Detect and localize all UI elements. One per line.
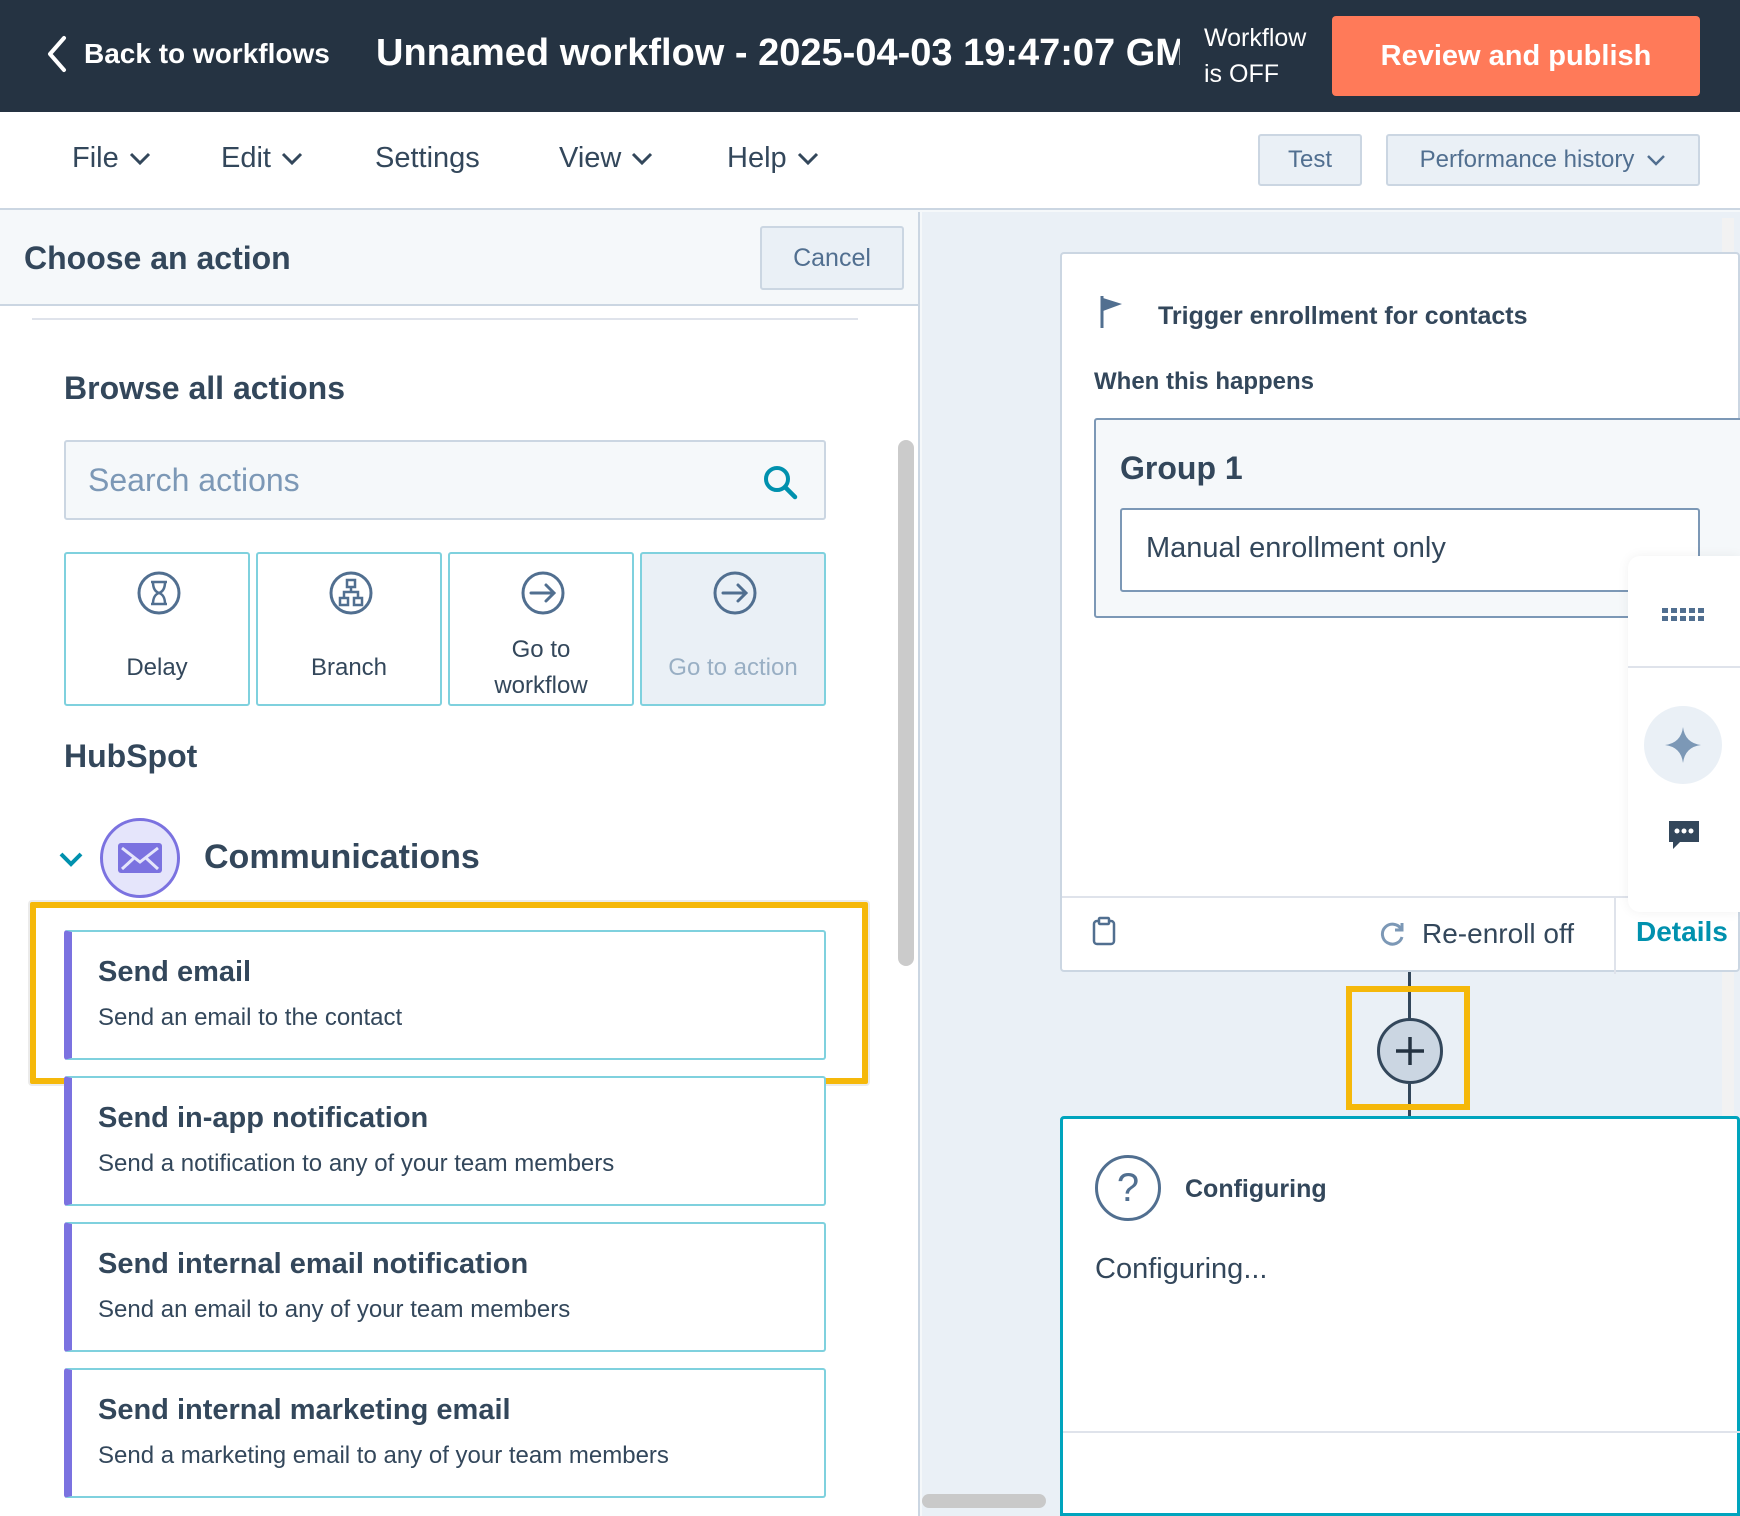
question-circle-icon: ? <box>1095 1155 1161 1221</box>
workflow-status: Workflow is OFF <box>1204 20 1324 92</box>
reenroll-toggle[interactable]: Re-enroll off <box>1378 918 1574 950</box>
add-action-button[interactable] <box>1377 1018 1443 1084</box>
menu-bar: File Edit Settings View Help Test Perfor… <box>0 112 1740 210</box>
panel-header: Choose an action Cancel <box>0 212 918 306</box>
search-placeholder: Search actions <box>88 462 300 498</box>
menu-settings[interactable]: Settings <box>375 142 480 175</box>
chevron-down-icon <box>281 152 303 165</box>
side-rail <box>1628 556 1740 912</box>
ai-sparkle-icon[interactable] <box>1644 706 1722 784</box>
configuring-title: Configuring <box>1185 1175 1327 1203</box>
chevron-down-icon <box>1647 155 1666 166</box>
envelope-icon <box>100 818 180 898</box>
action-title: Send internal marketing email <box>98 1394 511 1426</box>
branch-icon <box>329 571 373 615</box>
menu-edit[interactable]: Edit <box>221 142 303 175</box>
review-and-publish-button[interactable]: Review and publish <box>1332 16 1700 96</box>
chat-icon[interactable] <box>1666 818 1702 852</box>
chevron-left-icon <box>48 36 66 72</box>
back-to-workflows-link[interactable]: Back to workflows <box>44 34 330 74</box>
menu-settings-label: Settings <box>375 142 480 174</box>
action-send-internal-marketing-email[interactable]: Send internal marketing email Send a mar… <box>64 1368 826 1498</box>
communications-category-title[interactable]: Communications <box>204 838 480 877</box>
hubspot-section-heading: HubSpot <box>64 738 198 774</box>
menu-file-label: File <box>72 142 119 174</box>
clipboard-icon[interactable] <box>1092 916 1116 946</box>
action-title: Send in-app notification <box>98 1102 429 1134</box>
action-send-email[interactable]: Send email Send an email to the contact <box>64 930 826 1060</box>
divider <box>1063 1431 1740 1433</box>
test-button[interactable]: Test <box>1258 134 1362 186</box>
when-this-happens-label: When this happens <box>1094 368 1315 395</box>
group-criteria[interactable]: Manual enrollment only <box>1120 508 1700 592</box>
cancel-button[interactable]: Cancel <box>760 226 904 290</box>
panel-title: Choose an action <box>24 240 291 276</box>
refresh-icon <box>1380 922 1404 946</box>
workflow-title[interactable]: Unnamed workflow - 2025-04-03 19:47:07 G… <box>376 32 1180 75</box>
chevron-down-icon[interactable] <box>58 850 84 868</box>
tile-go-to-workflow-label-1: Go to <box>511 636 571 663</box>
search-actions-input[interactable]: Search actions <box>64 440 826 520</box>
connector-line <box>1408 1084 1411 1118</box>
action-title: Send internal email notification <box>98 1248 529 1280</box>
workflow-header: Back to workflows Unnamed workflow - 202… <box>0 0 1740 112</box>
arrow-right-circle-icon <box>521 571 565 615</box>
chevron-down-icon <box>797 152 818 165</box>
canvas-horizontal-scrollbar[interactable] <box>922 1494 1046 1508</box>
divider <box>1628 666 1740 668</box>
divider <box>1614 898 1616 974</box>
performance-history-button[interactable]: Performance history <box>1386 134 1700 186</box>
performance-history-label: Performance history <box>1419 146 1635 173</box>
choose-action-panel: Choose an action Cancel Browse all actio… <box>0 212 920 1516</box>
status-line-2: is OFF <box>1204 60 1279 88</box>
group-title: Group 1 <box>1120 450 1243 486</box>
tile-go-to-workflow-label-2: workflow <box>494 672 588 699</box>
action-description: Send a marketing email to any of your te… <box>98 1442 669 1469</box>
reenroll-label: Re-enroll off <box>1422 918 1575 949</box>
connector-line <box>1408 972 1411 1020</box>
status-line-1: Workflow <box>1204 24 1307 52</box>
action-title: Send email <box>98 956 252 988</box>
tile-go-to-action: Go to action <box>640 552 826 706</box>
flag-icon <box>1100 296 1122 328</box>
menu-help-label: Help <box>727 142 787 174</box>
configuring-text: Configuring... <box>1095 1253 1268 1285</box>
tile-delay-label: Delay <box>126 654 188 681</box>
details-link[interactable]: Details <box>1636 916 1728 948</box>
trigger-title: Trigger enrollment for contacts <box>1158 302 1528 330</box>
chevron-down-icon <box>632 152 653 165</box>
configuring-card[interactable]: ? Configuring Configuring... <box>1060 1116 1740 1516</box>
menu-view[interactable]: View <box>559 142 653 175</box>
menu-edit-label: Edit <box>221 142 271 174</box>
action-send-internal-email-notification[interactable]: Send internal email notification Send an… <box>64 1222 826 1352</box>
menu-file[interactable]: File <box>72 142 151 175</box>
chevron-down-icon <box>129 152 150 165</box>
hourglass-icon <box>137 571 181 615</box>
workflow-canvas[interactable]: Trigger enrollment for contacts When thi… <box>922 212 1740 1516</box>
tile-delay[interactable]: Delay <box>64 552 250 706</box>
action-description: Send a notification to any of your team … <box>98 1150 615 1177</box>
browse-all-actions-heading: Browse all actions <box>64 370 345 406</box>
action-send-in-app-notification[interactable]: Send in-app notification Send a notifica… <box>64 1076 826 1206</box>
back-label: Back to workflows <box>84 38 330 69</box>
menu-view-label: View <box>559 142 622 174</box>
action-description: Send an email to any of your team member… <box>98 1296 571 1323</box>
plus-icon <box>1396 1037 1424 1065</box>
tile-branch-label: Branch <box>310 654 388 681</box>
menu-help[interactable]: Help <box>727 142 819 175</box>
group-criteria-label: Manual enrollment only <box>1146 532 1446 564</box>
tile-go-to-action-label: Go to action <box>668 654 798 681</box>
panel-scrollbar[interactable] <box>898 440 914 966</box>
tile-go-to-workflow[interactable]: Go to workflow <box>448 552 634 706</box>
search-icon[interactable] <box>762 464 798 500</box>
arrow-right-circle-icon <box>713 571 757 615</box>
tile-branch[interactable]: Branch <box>256 552 442 706</box>
divider <box>32 318 858 320</box>
grid-dots-icon[interactable] <box>1662 608 1706 622</box>
action-description: Send an email to the contact <box>98 1004 403 1031</box>
